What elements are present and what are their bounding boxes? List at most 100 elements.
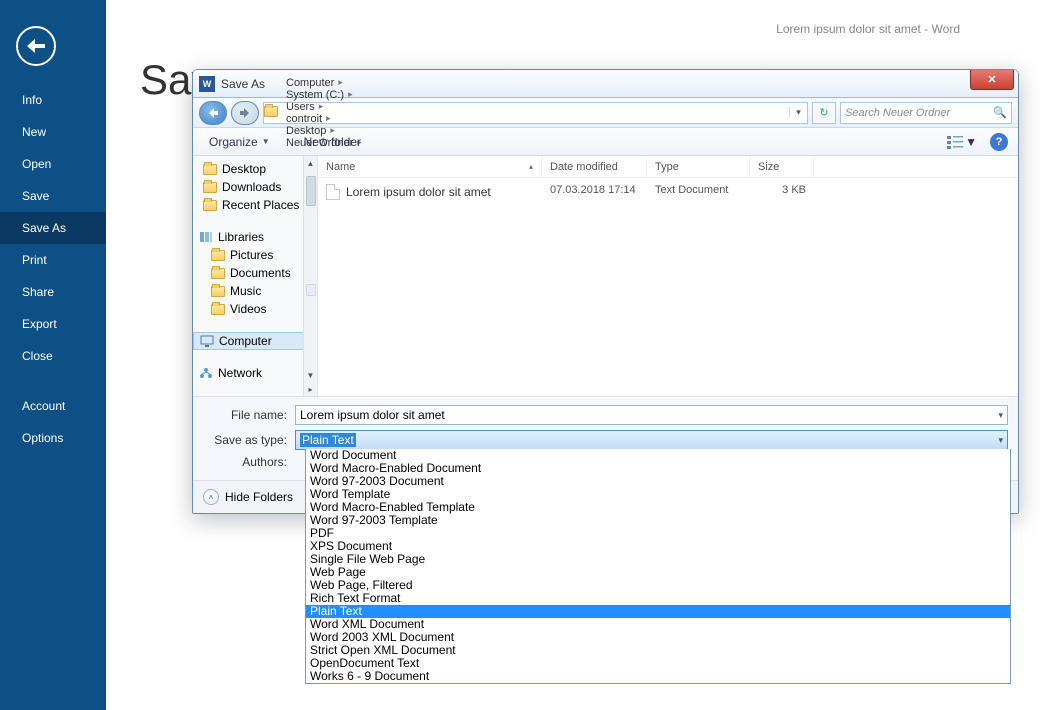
folder-icon	[203, 200, 217, 211]
folder-icon	[211, 268, 225, 279]
column-date[interactable]: Date modified	[542, 156, 647, 177]
view-options-button[interactable]: ▼	[942, 132, 982, 152]
breadcrumb-segment[interactable]: controit▸	[280, 113, 366, 125]
save-type-select[interactable]: Plain Text▾	[295, 430, 1008, 450]
refresh-icon: ↻	[819, 106, 828, 119]
hide-folders-button[interactable]: ˄ Hide Folders	[203, 489, 293, 505]
backstage-item-options[interactable]: Options	[0, 422, 106, 454]
dialog-navbar: Computer▸System (C:)▸Users▸controit▸Desk…	[193, 98, 1018, 128]
scroll-handle[interactable]	[306, 284, 316, 296]
type-option[interactable]: Web Page, Filtered	[306, 579, 1010, 592]
tree-libraries[interactable]: Libraries	[193, 228, 317, 246]
backstage-item-account[interactable]: Account	[0, 390, 106, 422]
sort-indicator-icon: ▴	[529, 162, 533, 171]
new-folder-button[interactable]: New folder	[298, 133, 367, 151]
chevron-right-icon: ▸	[319, 101, 324, 112]
file-list: Name▴ Date modified Type Size Lorem ipsu…	[318, 156, 1018, 396]
tree-network[interactable]: Network	[193, 364, 317, 382]
tree-item-videos[interactable]: Videos	[193, 300, 317, 318]
dialog-toolbar: Organize▼ New folder ▼ ?	[193, 128, 1018, 156]
help-button[interactable]: ?	[990, 133, 1008, 151]
authors-label: Authors:	[203, 455, 295, 469]
column-size[interactable]: Size	[750, 156, 814, 177]
chevron-down-icon: ▼	[262, 137, 270, 146]
column-name[interactable]: Name▴	[318, 156, 542, 177]
backstage-item-share[interactable]: Share	[0, 276, 106, 308]
folder-tree: DesktopDownloadsRecent Places Libraries …	[193, 156, 318, 396]
backstage-item-info[interactable]: Info	[0, 84, 106, 116]
column-type[interactable]: Type	[647, 156, 750, 177]
arrow-left-icon	[207, 107, 219, 119]
tree-item-downloads[interactable]: Downloads	[193, 178, 317, 196]
tree-item-music[interactable]: Music	[193, 282, 317, 300]
type-option[interactable]: Rich Text Format	[306, 592, 1010, 605]
backstage-item-print[interactable]: Print	[0, 244, 106, 276]
chevron-up-icon: ˄	[203, 489, 219, 505]
scroll-up-icon[interactable]: ▲	[304, 156, 317, 170]
address-bar[interactable]: Computer▸System (C:)▸Users▸controit▸Desk…	[263, 102, 808, 124]
tree-item-desktop[interactable]: Desktop	[193, 160, 317, 178]
type-option[interactable]: PDF	[306, 527, 1010, 540]
word-icon: W	[199, 76, 215, 92]
arrow-right-icon	[239, 107, 251, 119]
file-list-header: Name▴ Date modified Type Size	[318, 156, 1018, 178]
search-placeholder: Search Neuer Ordner	[845, 107, 993, 119]
save-type-label: Save as type:	[203, 433, 295, 447]
backstage-item-export[interactable]: Export	[0, 308, 106, 340]
dialog-title: Save As	[221, 77, 265, 91]
chevron-down-icon: ▼	[965, 135, 977, 149]
folder-icon	[203, 182, 217, 193]
window-title: Lorem ipsum dolor sit amet - Word	[776, 22, 960, 36]
type-option[interactable]: Single File Web Page	[306, 553, 1010, 566]
file-icon	[326, 184, 340, 200]
tree-computer[interactable]: Computer	[193, 332, 317, 350]
folder-icon	[203, 164, 217, 175]
scroll-right-icon[interactable]: ▸	[304, 382, 317, 396]
search-input[interactable]: Search Neuer Ordner 🔍	[840, 102, 1012, 124]
close-icon: ✕	[987, 73, 996, 86]
folder-icon	[211, 250, 225, 261]
chevron-down-icon: ▾	[998, 435, 1003, 446]
file-row[interactable]: Lorem ipsum dolor sit amet07.03.2018 17:…	[318, 178, 1018, 206]
network-icon	[199, 367, 213, 379]
breadcrumb-segment[interactable]: Users▸	[280, 101, 366, 113]
backstage-item-save[interactable]: Save	[0, 180, 106, 212]
search-icon: 🔍	[993, 106, 1007, 119]
file-name-input[interactable]: Lorem ipsum dolor sit amet▾	[295, 405, 1008, 425]
nav-forward-button[interactable]	[231, 101, 259, 125]
tree-scrollbar[interactable]: ▲ ▼ ▸	[303, 156, 317, 396]
type-option[interactable]: Word 97-2003 Template	[306, 514, 1010, 527]
scroll-down-icon[interactable]: ▼	[304, 368, 317, 382]
close-button[interactable]: ✕	[970, 70, 1014, 90]
tree-item-recent-places[interactable]: Recent Places	[193, 196, 317, 214]
backstage-item-save-as[interactable]: Save As	[0, 212, 106, 244]
address-dropdown[interactable]: ▾	[789, 107, 807, 118]
backstage-sidebar: InfoNewOpenSaveSave AsPrintShareExportCl…	[0, 0, 106, 710]
chevron-down-icon: ▾	[998, 410, 1003, 421]
arrow-left-icon	[27, 39, 45, 53]
backstage-item-close[interactable]: Close	[0, 340, 106, 372]
tree-item-documents[interactable]: Documents	[193, 264, 317, 282]
chevron-right-icon: ▸	[326, 113, 331, 124]
view-icon	[947, 135, 963, 149]
refresh-button[interactable]: ↻	[812, 102, 836, 124]
scroll-thumb[interactable]	[306, 176, 316, 206]
backstage-item-new[interactable]: New	[0, 116, 106, 148]
save-type-dropdown: Word DocumentWord Macro-Enabled Document…	[305, 449, 1011, 684]
type-option[interactable]: Works 6 - 9 Document	[306, 670, 1010, 683]
folder-icon	[264, 106, 278, 120]
nav-back-button[interactable]	[199, 101, 227, 125]
type-option[interactable]: Word 97-2003 Document	[306, 475, 1010, 488]
file-name-label: File name:	[203, 408, 295, 422]
libraries-icon	[199, 231, 213, 243]
organize-button[interactable]: Organize▼	[203, 133, 276, 151]
back-button[interactable]	[16, 26, 56, 66]
folder-icon	[211, 286, 225, 297]
computer-icon	[200, 335, 214, 347]
backstage-item-open[interactable]: Open	[0, 148, 106, 180]
tree-item-pictures[interactable]: Pictures	[193, 246, 317, 264]
breadcrumb-segment[interactable]: System (C:)▸	[280, 89, 366, 101]
breadcrumb-segment[interactable]: Computer▸	[280, 77, 366, 89]
folder-icon	[211, 304, 225, 315]
chevron-right-icon: ▸	[348, 89, 353, 100]
